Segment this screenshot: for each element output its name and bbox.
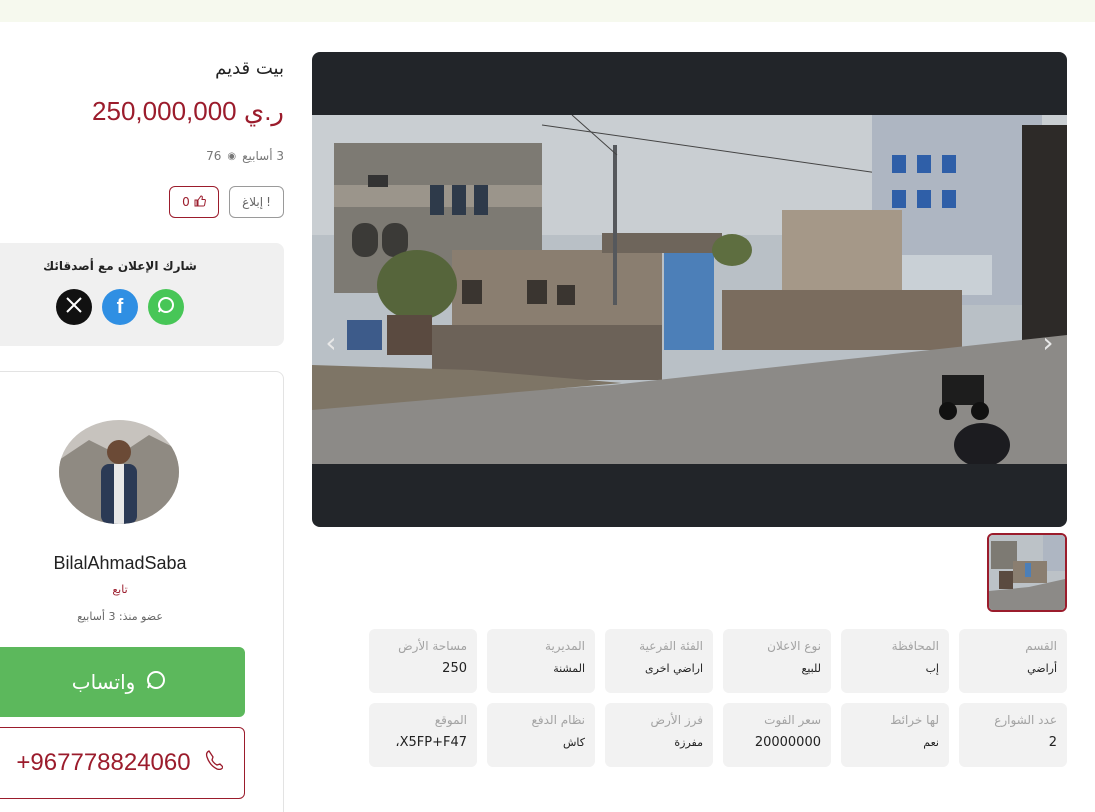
- spec-label: المديرية: [545, 639, 585, 653]
- spec-value: المشنة: [553, 662, 585, 675]
- share-box: شارك الإعلان مع أصدقائك f: [0, 243, 284, 346]
- spec-label: سعر الفوت: [764, 713, 821, 727]
- report-label: إبلاغ: [242, 195, 264, 209]
- like-button[interactable]: 0: [169, 186, 219, 218]
- eye-icon: ◉: [227, 150, 237, 162]
- spec-value: مفرزة: [674, 736, 703, 749]
- phone-contact-button[interactable]: +967778824060: [0, 727, 245, 799]
- listing-title: بيت قديم: [215, 58, 284, 79]
- spec-label: عدد الشوارع: [994, 713, 1057, 727]
- spec-label: فرز الأرض: [650, 713, 703, 727]
- spec-land-area: مساحة الأرض 250: [369, 629, 477, 693]
- spec-label: نظام الدفع: [531, 713, 586, 727]
- listing-meta: 76 ◉ 3 أسابيع: [206, 149, 284, 163]
- spec-district: المديرية المشنة: [487, 629, 595, 693]
- thumbs-up-icon: [194, 194, 206, 210]
- spec-ad-type: نوع الاعلان للبيع: [723, 629, 831, 693]
- spec-value: 2: [1048, 735, 1057, 750]
- spec-subcategory: الفئة الفرعية اراضي اخرى: [605, 629, 713, 693]
- spec-value: للبيع: [801, 662, 822, 675]
- share-title: شارك الإعلان مع أصدقائك: [43, 259, 197, 273]
- spec-value: إب: [925, 662, 939, 675]
- spec-label: المحافظة: [891, 639, 939, 653]
- seller-name[interactable]: BilalAhmadSaba: [0, 553, 240, 574]
- spec-label: مساحة الأرض: [398, 639, 467, 653]
- view-count: 76: [206, 149, 222, 163]
- spec-streets: عدد الشوارع 2: [959, 703, 1067, 767]
- spec-label: الموقع: [434, 713, 467, 727]
- spec-label: الفئة الفرعية: [639, 639, 703, 653]
- spec-value: كاش: [562, 736, 585, 749]
- like-count: 0: [182, 195, 190, 209]
- phone-icon: [205, 749, 224, 777]
- spec-section: القسم أراضي: [959, 629, 1067, 693]
- info-icon: !: [266, 195, 271, 209]
- spec-value: 250: [442, 661, 467, 676]
- facebook-share-button[interactable]: f: [102, 289, 138, 325]
- seller-avatar: [59, 420, 179, 524]
- whatsapp-share-button[interactable]: [148, 289, 184, 325]
- top-bar: [0, 0, 1095, 22]
- spec-label: القسم: [1025, 639, 1057, 653]
- phone-number: +967778824060: [16, 749, 191, 776]
- spec-payment: نظام الدفع كاش: [487, 703, 595, 767]
- spec-value: أراضي: [1027, 662, 1057, 675]
- listing-age: 3 أسابيع: [242, 149, 284, 163]
- gallery-thumbnail[interactable]: [987, 533, 1067, 612]
- listing-price: 250,000,000 ر.ي: [92, 96, 284, 126]
- whatsapp-icon: [145, 669, 167, 696]
- spec-location: الموقع X5FP+F47،: [369, 703, 477, 767]
- spec-foot-price: سعر الفوت 20000000: [723, 703, 831, 767]
- report-button[interactable]: ! إبلاغ: [229, 186, 284, 218]
- spec-value: 20000000: [754, 735, 821, 750]
- spec-value: X5FP+F47،: [395, 735, 467, 750]
- gallery-prev-button[interactable]: ‹: [316, 325, 346, 361]
- spec-land-sorting: فرز الأرض مفرزة: [605, 703, 713, 767]
- x-share-button[interactable]: [56, 289, 92, 325]
- whatsapp-label: واتساب: [71, 670, 136, 694]
- spec-maps: لها خرائط نعم: [841, 703, 949, 767]
- seller-type: تابع: [112, 583, 128, 596]
- spec-label: لها خرائط: [890, 713, 939, 727]
- image-gallery[interactable]: ‹ ›: [312, 52, 1067, 527]
- spec-value: نعم: [923, 736, 939, 749]
- facebook-logo-icon: f: [116, 295, 124, 318]
- spec-value: اراضي اخرى: [645, 662, 703, 675]
- whatsapp-logo-icon: [156, 295, 176, 319]
- gallery-next-button[interactable]: ›: [1033, 325, 1063, 361]
- x-logo-icon: [65, 296, 83, 318]
- whatsapp-contact-button[interactable]: واتساب: [0, 647, 245, 717]
- spec-governorate: المحافظة إب: [841, 629, 949, 693]
- spec-label: نوع الاعلان: [767, 639, 821, 653]
- member-since: عضو منذ: 3 أسابيع: [77, 610, 163, 623]
- listing-photo: [312, 115, 1067, 464]
